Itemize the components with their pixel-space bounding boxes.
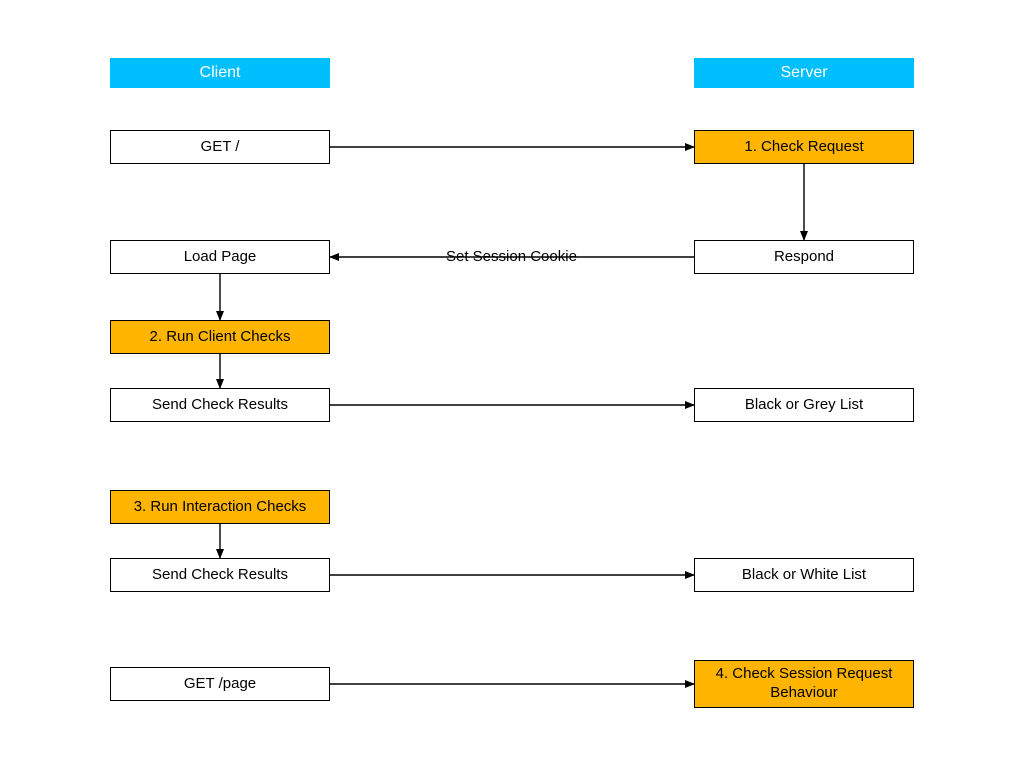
- client-get-page: GET /page: [110, 667, 330, 701]
- client-header: Client: [110, 58, 330, 88]
- server-check-request: 1. Check Request: [694, 130, 914, 164]
- edge-label-set-cookie: Set Session Cookie: [440, 248, 583, 265]
- client-load-page: Load Page: [110, 240, 330, 274]
- server-check-session: 4. Check Session Request Behaviour: [694, 660, 914, 708]
- server-grey-list: Black or Grey List: [694, 388, 914, 422]
- server-header: Server: [694, 58, 914, 88]
- client-send-results-2: Send Check Results: [110, 558, 330, 592]
- client-send-results-1: Send Check Results: [110, 388, 330, 422]
- diagram-arrows: [0, 0, 1024, 760]
- client-get-root: GET /: [110, 130, 330, 164]
- server-respond: Respond: [694, 240, 914, 274]
- server-white-list: Black or White List: [694, 558, 914, 592]
- client-run-client-checks: 2. Run Client Checks: [110, 320, 330, 354]
- client-run-interaction-checks: 3. Run Interaction Checks: [110, 490, 330, 524]
